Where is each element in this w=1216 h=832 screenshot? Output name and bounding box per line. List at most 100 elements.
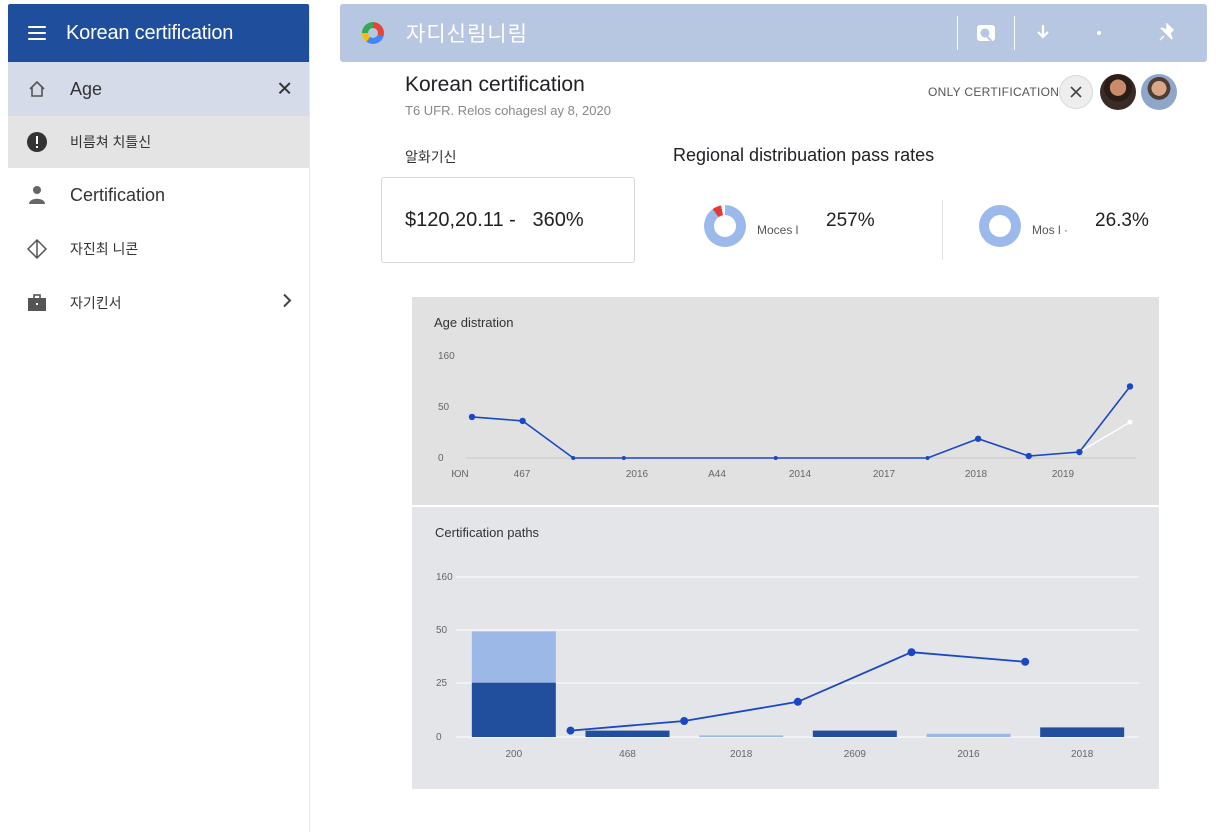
divider	[942, 200, 943, 260]
series-line	[471, 385, 1131, 459]
data-point	[468, 413, 476, 421]
sidebar-header: Korean certification	[8, 4, 309, 62]
briefcase-icon	[26, 292, 48, 314]
bar	[1040, 727, 1125, 737]
x-tick-label: ЮN	[451, 469, 468, 480]
x-tick-label: 2016	[626, 469, 649, 480]
x-tick-label: 2609	[844, 749, 867, 760]
avatar[interactable]	[1100, 74, 1136, 110]
search-icon[interactable]	[958, 22, 1014, 44]
kpi-label: 알화기신	[405, 149, 457, 165]
data-point	[621, 456, 626, 460]
region-value: 257%	[826, 210, 875, 231]
sidebar-item-label: 비름쳐 치틀신	[70, 134, 152, 150]
pin-icon[interactable]	[1127, 23, 1207, 43]
x-tick-label: 2018	[1071, 749, 1094, 760]
kpi-card: $120,20.11 - 360%	[381, 177, 635, 263]
x-tick-label: 467	[514, 469, 531, 480]
x-tick-label: A44	[708, 469, 726, 480]
kpi-value: $120,20.11 - 360%	[405, 208, 584, 231]
top-bar: 자디신림니림	[340, 4, 1207, 62]
x-tick-label: 2016	[957, 749, 980, 760]
x-tick-label: 2018	[965, 469, 988, 480]
app-logo-icon	[362, 22, 384, 44]
bar	[471, 631, 556, 683]
y-tick-label: 160	[438, 351, 455, 362]
data-point	[793, 697, 802, 706]
y-tick-label: 25	[436, 678, 448, 689]
series-line	[570, 651, 1026, 732]
donut-chart	[979, 205, 1021, 247]
page-subtitle: T6 UFR. Relos cohagesl ay 8, 2020	[405, 103, 611, 118]
certification-chart-panel: Certification paths 160 50 25 0 200 468 2018 26…	[412, 507, 1159, 789]
region-label: Moces l	[757, 223, 799, 237]
clear-filter-button[interactable]	[1059, 75, 1093, 109]
y-tick-label: 0	[436, 732, 442, 743]
bar	[926, 733, 1011, 737]
age-chart-panel: Age distration 160 50 0 ЮN 467 2016 A44 2014 201…	[412, 297, 1159, 505]
top-bar-title: 자디신림니림	[406, 23, 528, 46]
bar	[585, 730, 670, 737]
sidebar-item-label: 자진최 니콘	[70, 241, 139, 257]
chevron-right-icon[interactable]	[281, 292, 293, 315]
data-point	[907, 648, 916, 657]
close-icon[interactable]: ✕	[276, 77, 293, 102]
y-tick-label: 160	[436, 572, 453, 583]
x-tick-label: 2014	[789, 469, 812, 480]
y-tick-label: 50	[436, 625, 448, 636]
download-icon[interactable]	[1015, 24, 1071, 42]
person-icon	[26, 184, 48, 206]
x-tick-label: 2017	[873, 469, 896, 480]
sidebar-item-label: Age	[70, 78, 103, 99]
x-tick-label: 2018	[730, 749, 753, 760]
age-line-chart: Age distration 160 50 0 ЮN 467 2016 A44 2014 201…	[434, 315, 1136, 480]
divider	[957, 16, 958, 50]
sidebar-item-label: Certification	[70, 184, 166, 205]
data-point	[571, 456, 576, 460]
top-bar-actions	[957, 4, 1207, 62]
page-title: Korean certification	[405, 73, 585, 96]
donut-chart	[704, 205, 746, 247]
data-point	[1021, 657, 1030, 666]
y-tick-label: 0	[438, 453, 444, 464]
data-point	[680, 717, 689, 725]
bar	[699, 735, 784, 737]
bar	[812, 730, 897, 737]
chart-title: Age distration	[434, 315, 514, 330]
menu-icon[interactable]	[28, 26, 46, 40]
data-point	[1127, 419, 1133, 425]
certification-bar-chart: Certification paths 160 50 25 0 200 468 2018 26…	[435, 525, 1139, 760]
divider	[1014, 16, 1015, 50]
diamond-icon	[26, 238, 48, 260]
filter-label[interactable]: ONLY CERTIFICATION	[928, 85, 1059, 99]
region-label: Mos l ·	[1032, 223, 1068, 237]
data-point	[925, 456, 930, 460]
x-tick-label: 468	[619, 749, 636, 760]
app-root: Korean certification Age ✕ 비름쳐 치틀신 Certi…	[0, 0, 1216, 832]
sidebar-item-label: 자기킨서	[70, 295, 122, 311]
data-point	[974, 435, 982, 442]
sidebar-item-briefcase[interactable]: 자기킨서	[8, 276, 309, 330]
data-point	[1025, 452, 1032, 460]
dot-icon[interactable]	[1071, 30, 1127, 36]
sidebar-item-diamond[interactable]: 자진최 니콘	[8, 222, 309, 276]
sidebar: Korean certification Age ✕ 비름쳐 치틀신 Certi…	[8, 4, 310, 832]
y-tick-label: 50	[438, 402, 450, 413]
series-line	[1079, 421, 1131, 453]
avatar[interactable]	[1141, 74, 1177, 110]
data-point	[1126, 383, 1134, 390]
x-tick-label: 2019	[1052, 469, 1075, 480]
data-point	[566, 726, 575, 735]
data-point	[519, 417, 526, 425]
regional-title: Regional distribuation pass rates	[673, 145, 935, 165]
alert-circle-icon	[26, 131, 48, 153]
sidebar-item-certification[interactable]: Certification	[8, 168, 309, 222]
data-point	[773, 456, 778, 460]
sidebar-item-alert[interactable]: 비름쳐 치틀신	[8, 116, 309, 168]
x-tick-label: 200	[505, 749, 522, 760]
data-point	[1076, 448, 1083, 456]
chart-title: Certification paths	[435, 525, 540, 540]
home-icon	[26, 78, 48, 100]
sidebar-item-age[interactable]: Age ✕	[8, 62, 309, 116]
bar	[471, 682, 556, 737]
